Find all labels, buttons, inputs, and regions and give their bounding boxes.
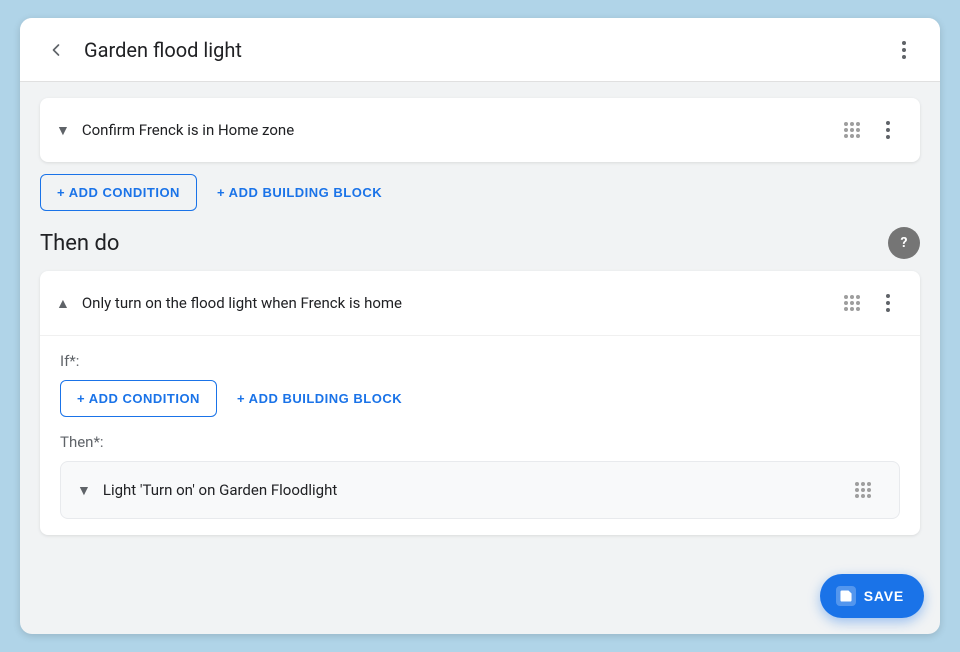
block-drag-handle-icon[interactable] bbox=[844, 295, 860, 311]
header-more-button[interactable] bbox=[884, 30, 924, 70]
then-do-title: Then do bbox=[40, 231, 119, 256]
light-action-card: ▼ Light 'Turn on' on Garden Floodlight bbox=[60, 461, 900, 519]
condition-more-button[interactable] bbox=[872, 114, 904, 146]
more-icon bbox=[902, 41, 906, 59]
condition-more-icon bbox=[886, 121, 890, 139]
condition-card-row: ▼ Confirm Frenck is in Home zone bbox=[40, 98, 920, 162]
then-label: Then*: bbox=[60, 433, 900, 451]
drag-handle-icon[interactable] bbox=[844, 122, 860, 138]
light-action-label: Light 'Turn on' on Garden Floodlight bbox=[103, 481, 855, 499]
main-content: ▼ Confirm Frenck is in Home zone + ADD C… bbox=[20, 82, 940, 634]
add-condition-button-1[interactable]: + ADD CONDITION bbox=[40, 174, 197, 211]
then-do-section-heading: Then do ? bbox=[40, 227, 920, 259]
light-action-row: ▼ Light 'Turn on' on Garden Floodlight bbox=[61, 462, 899, 518]
block-more-icon bbox=[886, 294, 890, 312]
add-condition-button-2[interactable]: + ADD CONDITION bbox=[60, 380, 217, 417]
second-action-buttons: + ADD CONDITION + ADD BUILDING BLOCK bbox=[60, 380, 900, 417]
block-expand-icon[interactable]: ▲ bbox=[56, 295, 70, 312]
first-action-buttons: + ADD CONDITION + ADD BUILDING BLOCK bbox=[40, 174, 920, 211]
block-expanded-content: If*: + ADD CONDITION + ADD BUILDING BLOC… bbox=[40, 335, 920, 535]
add-building-block-button-1[interactable]: + ADD BUILDING BLOCK bbox=[213, 175, 386, 210]
collapse-icon[interactable]: ▼ bbox=[56, 122, 70, 139]
if-label: If*: bbox=[60, 352, 900, 370]
save-button[interactable]: SAVE bbox=[820, 574, 924, 618]
save-icon bbox=[836, 586, 856, 606]
block-more-button[interactable] bbox=[872, 287, 904, 319]
light-expand-icon[interactable]: ▼ bbox=[77, 482, 91, 499]
block-label: Only turn on the flood light when Frenck… bbox=[82, 294, 844, 312]
then-do-block-row: ▲ Only turn on the flood light when Fren… bbox=[40, 271, 920, 335]
help-icon[interactable]: ? bbox=[888, 227, 920, 259]
condition-card: ▼ Confirm Frenck is in Home zone bbox=[40, 98, 920, 162]
light-drag-handle-icon[interactable] bbox=[855, 482, 871, 498]
back-button[interactable] bbox=[36, 30, 76, 70]
then-do-block-card: ▲ Only turn on the flood light when Fren… bbox=[40, 271, 920, 535]
page-title: Garden flood light bbox=[84, 38, 884, 62]
save-label: SAVE bbox=[864, 588, 904, 604]
condition-label: Confirm Frenck is in Home zone bbox=[82, 121, 844, 139]
add-building-block-button-2[interactable]: + ADD BUILDING BLOCK bbox=[233, 381, 406, 416]
header: Garden flood light bbox=[20, 18, 940, 82]
